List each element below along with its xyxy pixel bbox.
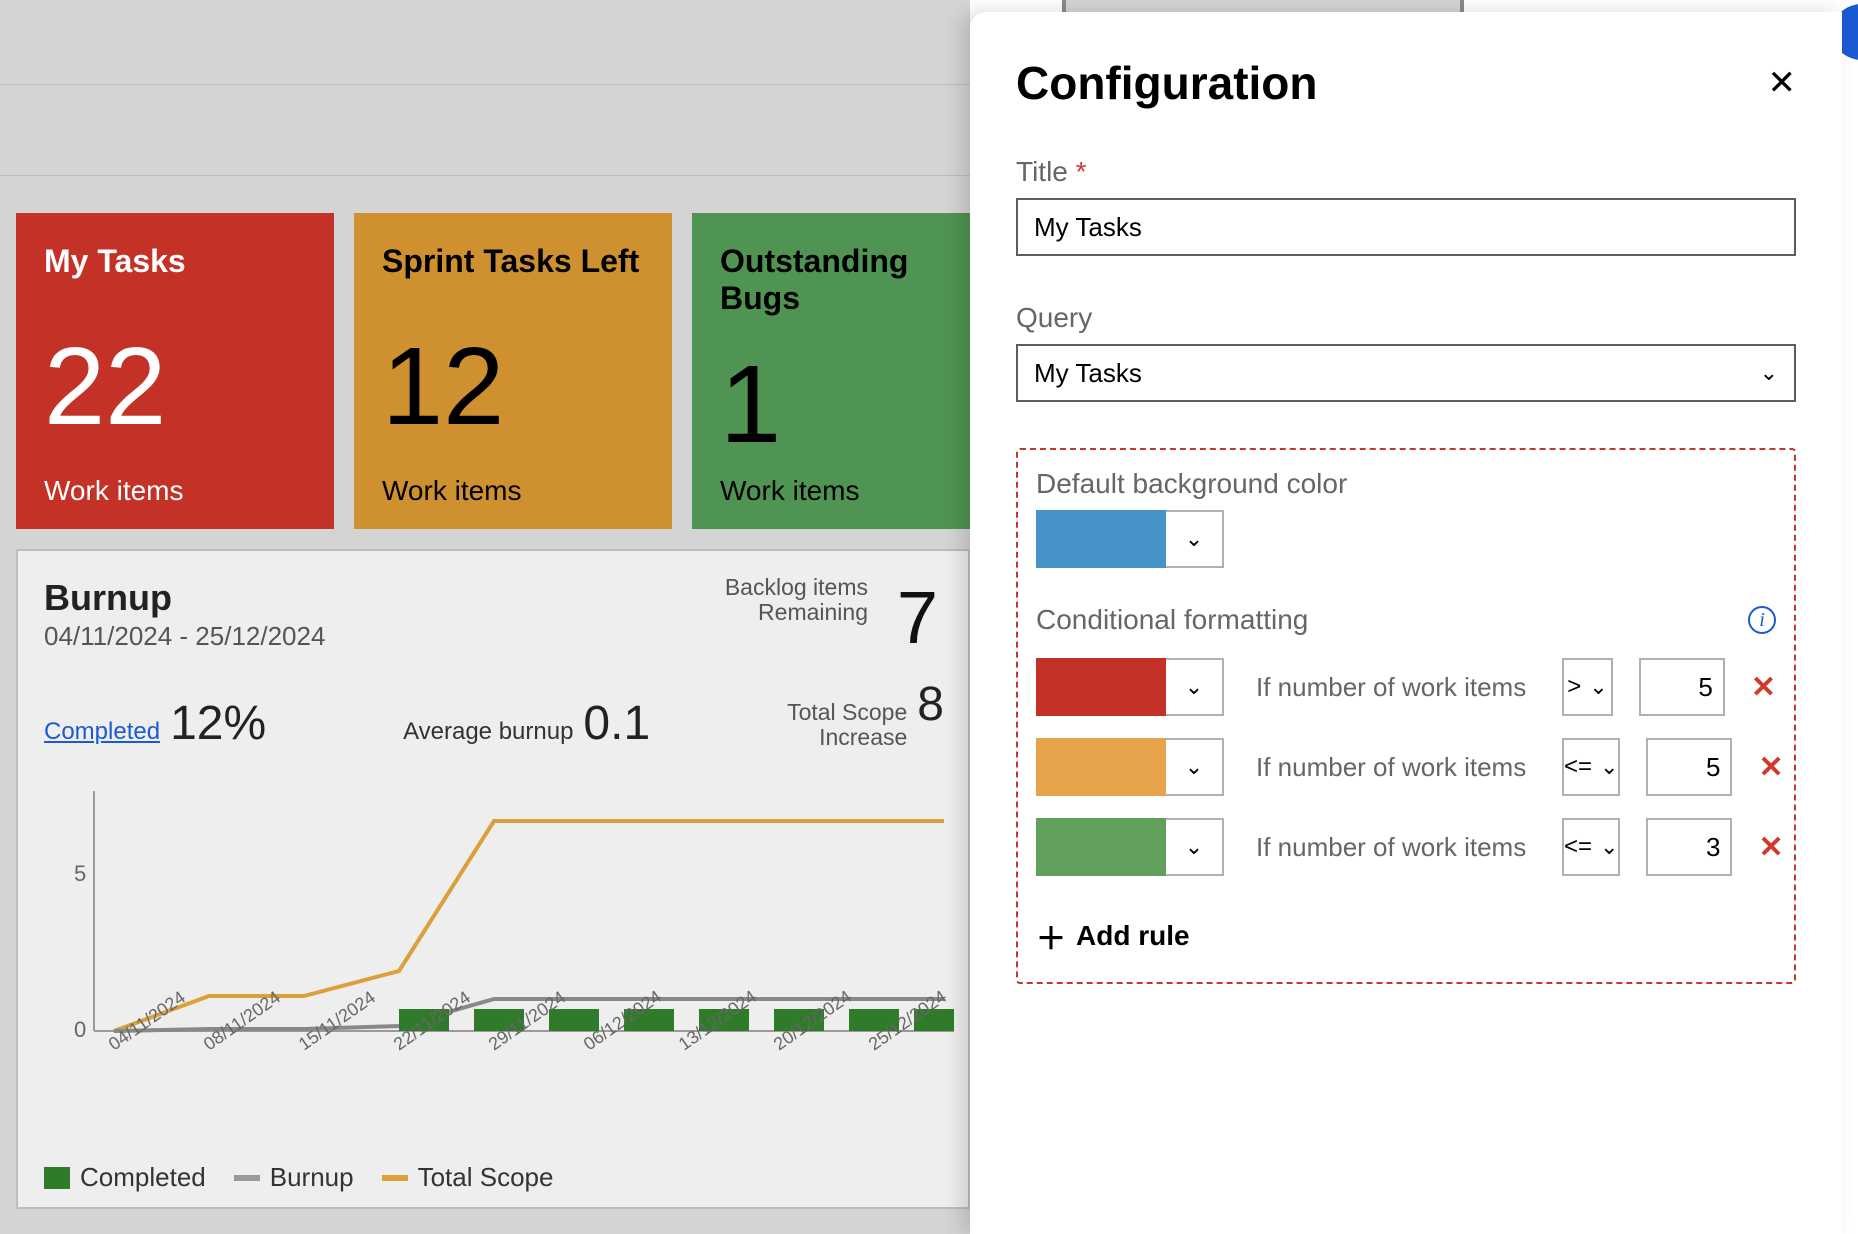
plus-icon: ＋ (1036, 914, 1066, 958)
rule-operator-select[interactable]: >⌄ (1562, 658, 1613, 716)
x-tick: 04/11/2024 (105, 987, 189, 1054)
chevron-down-icon: ⌄ (1185, 834, 1203, 860)
query-select[interactable]: My Tasks ⌄ (1016, 344, 1796, 402)
rule-color-swatch (1036, 658, 1166, 716)
scope-label-1: Total Scope (787, 700, 907, 725)
query-value: My Tasks (1034, 358, 1142, 389)
delete-rule-icon[interactable]: ✕ (1758, 750, 1783, 785)
add-rule-button[interactable]: ＋ Add rule (1036, 914, 1776, 958)
tile-value: 1 (720, 350, 982, 460)
title-field-group: Title * (1016, 156, 1796, 256)
title-label: Title * (1016, 156, 1796, 188)
burnup-chart: 0 5 04/11/2024 08/11/2024 15/11/2024 22/… (44, 771, 964, 1151)
tile-subtitle: Work items (720, 475, 982, 507)
legend-label: Burnup (270, 1162, 354, 1193)
backlog-label: Backlog items (725, 575, 868, 600)
burnup-date-range: 04/11/2024 - 25/12/2024 (44, 621, 942, 652)
scope-value: 8 (917, 677, 944, 732)
legend-swatch-burnup (234, 1175, 260, 1181)
rule-condition-text: If number of work items (1256, 832, 1536, 863)
conditional-formatting-label: Conditional formatting (1036, 604, 1308, 636)
configuration-panel: Configuration ✕ Title * Query My Tasks ⌄… (970, 12, 1842, 1234)
burnup-stats-row: Completed 12% Average burnup 0.1 Total S… (44, 677, 944, 751)
legend-swatch-total-scope (382, 1175, 408, 1181)
tile-sprint-tasks-left[interactable]: Sprint Tasks Left 12 Work items (354, 213, 672, 529)
rule-color-select[interactable]: ⌄ (1166, 738, 1224, 796)
chevron-down-icon: ⌄ (1185, 674, 1203, 700)
tile-value: 22 (44, 332, 306, 442)
legend-swatch-completed (44, 1167, 70, 1189)
rule-color-select[interactable]: ⌄ (1166, 818, 1224, 876)
rule-value-input[interactable] (1639, 658, 1725, 716)
delete-rule-icon[interactable]: ✕ (1751, 670, 1776, 705)
query-field-group: Query My Tasks ⌄ (1016, 302, 1796, 402)
add-rule-label: Add rule (1076, 920, 1190, 952)
default-bg-label: Default background color (1036, 468, 1776, 500)
rule-color-swatch (1036, 738, 1166, 796)
rule-color-swatch (1036, 818, 1166, 876)
formatting-highlight-box: Default background color ⌄ Conditional f… (1016, 448, 1796, 984)
rule-operator-select[interactable]: <=⌄ (1562, 818, 1620, 876)
tile-subtitle: Work items (382, 475, 644, 507)
tile-title: My Tasks (44, 243, 306, 280)
rule-value-input[interactable] (1646, 738, 1732, 796)
query-label: Query (1016, 302, 1796, 334)
delete-rule-icon[interactable]: ✕ (1758, 830, 1783, 865)
rule-condition-text: If number of work items (1256, 672, 1536, 703)
rule-operator-select[interactable]: <=⌄ (1562, 738, 1620, 796)
completed-link[interactable]: Completed (44, 718, 160, 746)
remaining-label: Remaining (725, 600, 868, 625)
chevron-down-icon: ⌄ (1185, 754, 1203, 780)
tile-subtitle: Work items (44, 475, 306, 507)
rule-row: ⌄ If number of work items >⌄ ✕ (1036, 658, 1776, 716)
rule-row: ⌄ If number of work items <=⌄ ✕ (1036, 738, 1776, 796)
rule-condition-text: If number of work items (1256, 752, 1536, 783)
info-icon[interactable]: i (1748, 606, 1776, 634)
tile-row: My Tasks 22 Work items Sprint Tasks Left… (16, 213, 1010, 529)
tile-my-tasks[interactable]: My Tasks 22 Work items (16, 213, 334, 529)
chevron-down-icon: ⌄ (1760, 360, 1778, 386)
legend-label: Total Scope (418, 1162, 554, 1193)
tile-outstanding-bugs[interactable]: Outstanding Bugs 1 Work items (692, 213, 1010, 529)
completed-value: 12% (170, 696, 266, 751)
chart-legend: Completed Burnup Total Scope (44, 1162, 553, 1193)
chevron-down-icon: ⌄ (1600, 834, 1618, 860)
burnup-widget: Burnup 04/11/2024 - 25/12/2024 7 Backlog… (16, 549, 970, 1209)
close-icon[interactable]: ✕ (1768, 66, 1797, 100)
panel-title: Configuration (1016, 56, 1318, 110)
rule-color-select[interactable]: ⌄ (1166, 658, 1224, 716)
tile-title: Sprint Tasks Left (382, 243, 644, 280)
scope-label-2: Increase (819, 725, 907, 750)
chevron-down-icon: ⌄ (1600, 754, 1618, 780)
avg-burnup-label: Average burnup (403, 718, 573, 746)
tile-value: 12 (382, 332, 644, 442)
tile-title: Outstanding Bugs (720, 243, 982, 317)
rule-value-input[interactable] (1646, 818, 1732, 876)
svg-text:5: 5 (74, 861, 86, 886)
chevron-down-icon: ⌄ (1185, 526, 1203, 552)
rule-row: ⌄ If number of work items <=⌄ ✕ (1036, 818, 1776, 876)
svg-text:0: 0 (74, 1017, 86, 1042)
default-bg-color-swatch (1036, 510, 1166, 568)
backlog-value: 7 (897, 575, 938, 660)
default-bg-color-select[interactable]: ⌄ (1166, 510, 1224, 568)
chevron-down-icon: ⌄ (1589, 674, 1607, 700)
legend-label: Completed (80, 1162, 206, 1193)
avg-burnup-value: 0.1 (583, 696, 650, 751)
title-input[interactable] (1016, 198, 1796, 256)
